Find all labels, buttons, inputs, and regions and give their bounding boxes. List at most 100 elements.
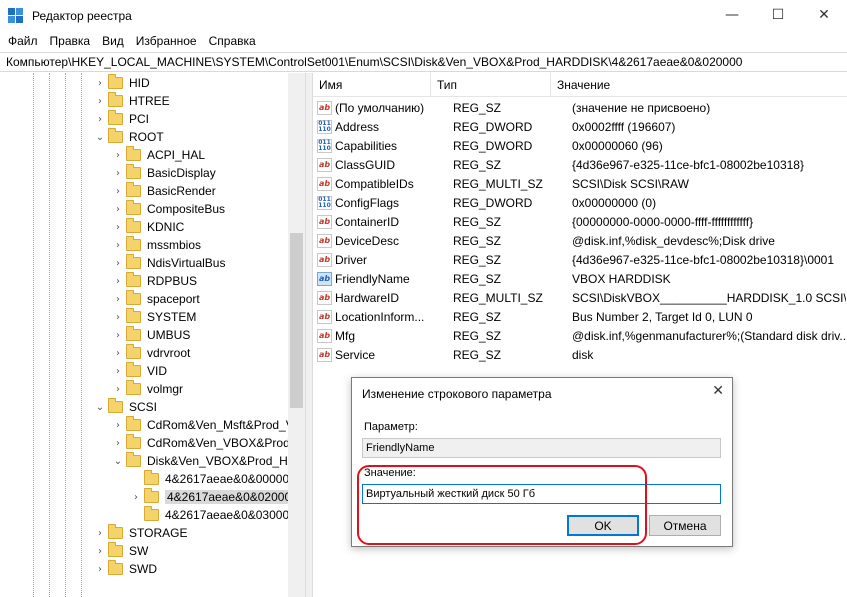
- column-header-value[interactable]: Значение: [551, 73, 841, 97]
- chevron-right-icon[interactable]: ›: [131, 492, 141, 503]
- chevron-right-icon[interactable]: ›: [113, 438, 123, 449]
- chevron-down-icon[interactable]: ⌄: [95, 402, 105, 413]
- tree-item[interactable]: › BasicDisplay: [113, 164, 216, 182]
- address-bar[interactable]: Компьютер\HKEY_LOCAL_MACHINE\SYSTEM\Cont…: [0, 52, 847, 72]
- tree-item[interactable]: › KDNIC: [113, 218, 184, 236]
- chevron-right-icon[interactable]: ›: [113, 276, 123, 287]
- dialog-title: Изменение строкового параметра: [362, 387, 552, 401]
- value-row[interactable]: 011 110 Capabilities REG_DWORD 0x00000060 (…: [313, 136, 847, 155]
- menu-view[interactable]: Вид: [96, 34, 130, 48]
- key-tree[interactable]: › HID › HTREE › PCI ⌄ ROOT › ACPI_HAL › BasicDispla…: [0, 73, 305, 597]
- tree-scrollbar-thumb[interactable]: [290, 233, 303, 408]
- tree-item[interactable]: 4&2617aeae&0&030000: [131, 506, 296, 524]
- value-row[interactable]: 011 110 ConfigFlags REG_DWORD 0x00000000 (0…: [313, 193, 847, 212]
- tree-item[interactable]: › ACPI_HAL: [113, 146, 205, 164]
- chevron-right-icon[interactable]: ›: [95, 96, 105, 107]
- value-row[interactable]: ab FriendlyName REG_SZ VBOX HARDDISK: [313, 269, 847, 288]
- value-row[interactable]: ab CompatibleIDs REG_MULTI_SZ SCSI\Disk SCS…: [313, 174, 847, 193]
- value-row[interactable]: ab Service REG_SZ disk: [313, 345, 847, 364]
- tree-item[interactable]: › SWD: [95, 560, 157, 578]
- chevron-right-icon[interactable]: ›: [113, 222, 123, 233]
- tree-item[interactable]: › HID: [95, 74, 150, 92]
- tree-item[interactable]: › STORAGE: [95, 524, 187, 542]
- chevron-right-icon[interactable]: ›: [113, 204, 123, 215]
- chevron-right-icon[interactable]: ›: [113, 330, 123, 341]
- tree-item[interactable]: › BasicRender: [113, 182, 216, 200]
- chevron-down-icon[interactable]: ⌄: [95, 132, 105, 143]
- ok-button[interactable]: OK: [567, 515, 639, 536]
- chevron-right-icon[interactable]: ›: [113, 312, 123, 323]
- reg-string-icon: ab: [317, 328, 332, 343]
- chevron-right-icon[interactable]: ›: [113, 168, 123, 179]
- chevron-right-icon[interactable]: ›: [113, 294, 123, 305]
- tree-item[interactable]: ⌄ SCSI: [95, 398, 157, 416]
- value-row[interactable]: ab Driver REG_SZ {4d36e967-e325-11ce-bfc1-0…: [313, 250, 847, 269]
- tree-item[interactable]: › NdisVirtualBus: [113, 254, 225, 272]
- tree-item[interactable]: › vdrvroot: [113, 344, 190, 362]
- tree-item[interactable]: 4&2617aeae&0&000000: [131, 470, 296, 488]
- menu-help[interactable]: Справка: [203, 34, 262, 48]
- value-row[interactable]: ab (По умолчанию) REG_SZ (значение не присв…: [313, 98, 847, 117]
- chevron-right-icon[interactable]: ›: [95, 114, 105, 125]
- folder-icon: [108, 74, 123, 89]
- tree-item[interactable]: › volmgr: [113, 380, 183, 398]
- value-row[interactable]: ab Mfg REG_SZ @disk.inf,%genmanufacturer%;(…: [313, 326, 847, 345]
- reg-string-icon: ab: [317, 309, 332, 324]
- chevron-right-icon[interactable]: ›: [113, 258, 123, 269]
- tree-item[interactable]: › UMBUS: [113, 326, 190, 344]
- tree-item[interactable]: › mssmbios: [113, 236, 201, 254]
- value-row[interactable]: ab ContainerID REG_SZ {00000000-0000-0000-f…: [313, 212, 847, 231]
- tree-item[interactable]: › CdRom&Ven_VBOX&Prod_C: [113, 434, 305, 452]
- value-type: REG_MULTI_SZ: [453, 176, 543, 191]
- folder-icon: [126, 218, 141, 233]
- chevron-right-icon[interactable]: ›: [113, 240, 123, 251]
- value-input[interactable]: Виртуальный жесткий диск 50 Гб: [362, 484, 721, 504]
- chevron-right-icon[interactable]: ›: [95, 528, 105, 539]
- chevron-right-icon[interactable]: ›: [95, 564, 105, 575]
- menu-edit[interactable]: Правка: [44, 34, 97, 48]
- value-label: Значение:: [364, 467, 416, 479]
- value-row[interactable]: 011 110 Address REG_DWORD 0x0002ffff (19660…: [313, 117, 847, 136]
- pane-splitter[interactable]: [305, 73, 313, 597]
- minimize-button[interactable]: —: [709, 0, 755, 30]
- tree-item[interactable]: › spaceport: [113, 290, 200, 308]
- value-row[interactable]: ab DeviceDesc REG_SZ @disk.inf,%disk_devdes…: [313, 231, 847, 250]
- close-button[interactable]: ✕: [801, 0, 847, 30]
- menu-favorites[interactable]: Избранное: [130, 34, 203, 48]
- tree-item[interactable]: › PCI: [95, 110, 149, 128]
- value-row[interactable]: ab ClassGUID REG_SZ {4d36e967-e325-11ce-bfc…: [313, 155, 847, 174]
- folder-icon: [126, 182, 141, 197]
- chevron-down-icon[interactable]: ⌄: [113, 456, 123, 467]
- chevron-right-icon[interactable]: ›: [113, 366, 123, 377]
- tree-item[interactable]: › 4&2617aeae&0&020000: [131, 488, 300, 506]
- folder-icon: [144, 488, 159, 503]
- chevron-right-icon[interactable]: ›: [95, 78, 105, 89]
- tree-item[interactable]: › CdRom&Ven_Msft&Prod_Vi: [113, 416, 296, 434]
- chevron-right-icon[interactable]: ›: [113, 420, 123, 431]
- tree-item[interactable]: ⌄ ROOT: [95, 128, 164, 146]
- column-header-name[interactable]: Имя: [313, 73, 431, 97]
- maximize-button[interactable]: ☐: [755, 0, 801, 30]
- value-name: LocationInform...: [335, 309, 425, 324]
- tree-item[interactable]: › SW: [95, 542, 148, 560]
- cancel-button[interactable]: Отмена: [649, 515, 721, 536]
- tree-item[interactable]: ⌄ Disk&Ven_VBOX&Prod_HAR: [113, 452, 304, 470]
- chevron-right-icon[interactable]: ›: [95, 546, 105, 557]
- chevron-right-icon[interactable]: ›: [113, 150, 123, 161]
- reg-string-icon: ab: [317, 290, 332, 305]
- value-row[interactable]: ab HardwareID REG_MULTI_SZ SCSI\DiskVBOX___…: [313, 288, 847, 307]
- tree-item-label: VID: [147, 364, 168, 378]
- chevron-right-icon[interactable]: ›: [113, 348, 123, 359]
- value-row[interactable]: ab LocationInform... REG_SZ Bus Number 2, T…: [313, 307, 847, 326]
- dialog-close-icon[interactable]: ✕: [712, 383, 724, 399]
- tree-item[interactable]: › SYSTEM: [113, 308, 196, 326]
- menu-file[interactable]: Файл: [2, 34, 44, 48]
- tree-item[interactable]: › HTREE: [95, 92, 170, 110]
- tree-item[interactable]: › RDPBUS: [113, 272, 197, 290]
- column-header-type[interactable]: Тип: [431, 73, 551, 97]
- tree-item[interactable]: › CompositeBus: [113, 200, 225, 218]
- chevron-right-icon[interactable]: ›: [113, 384, 123, 395]
- chevron-right-icon[interactable]: ›: [113, 186, 123, 197]
- tree-item[interactable]: › VID: [113, 362, 167, 380]
- tree-item-label: PCI: [129, 112, 150, 126]
